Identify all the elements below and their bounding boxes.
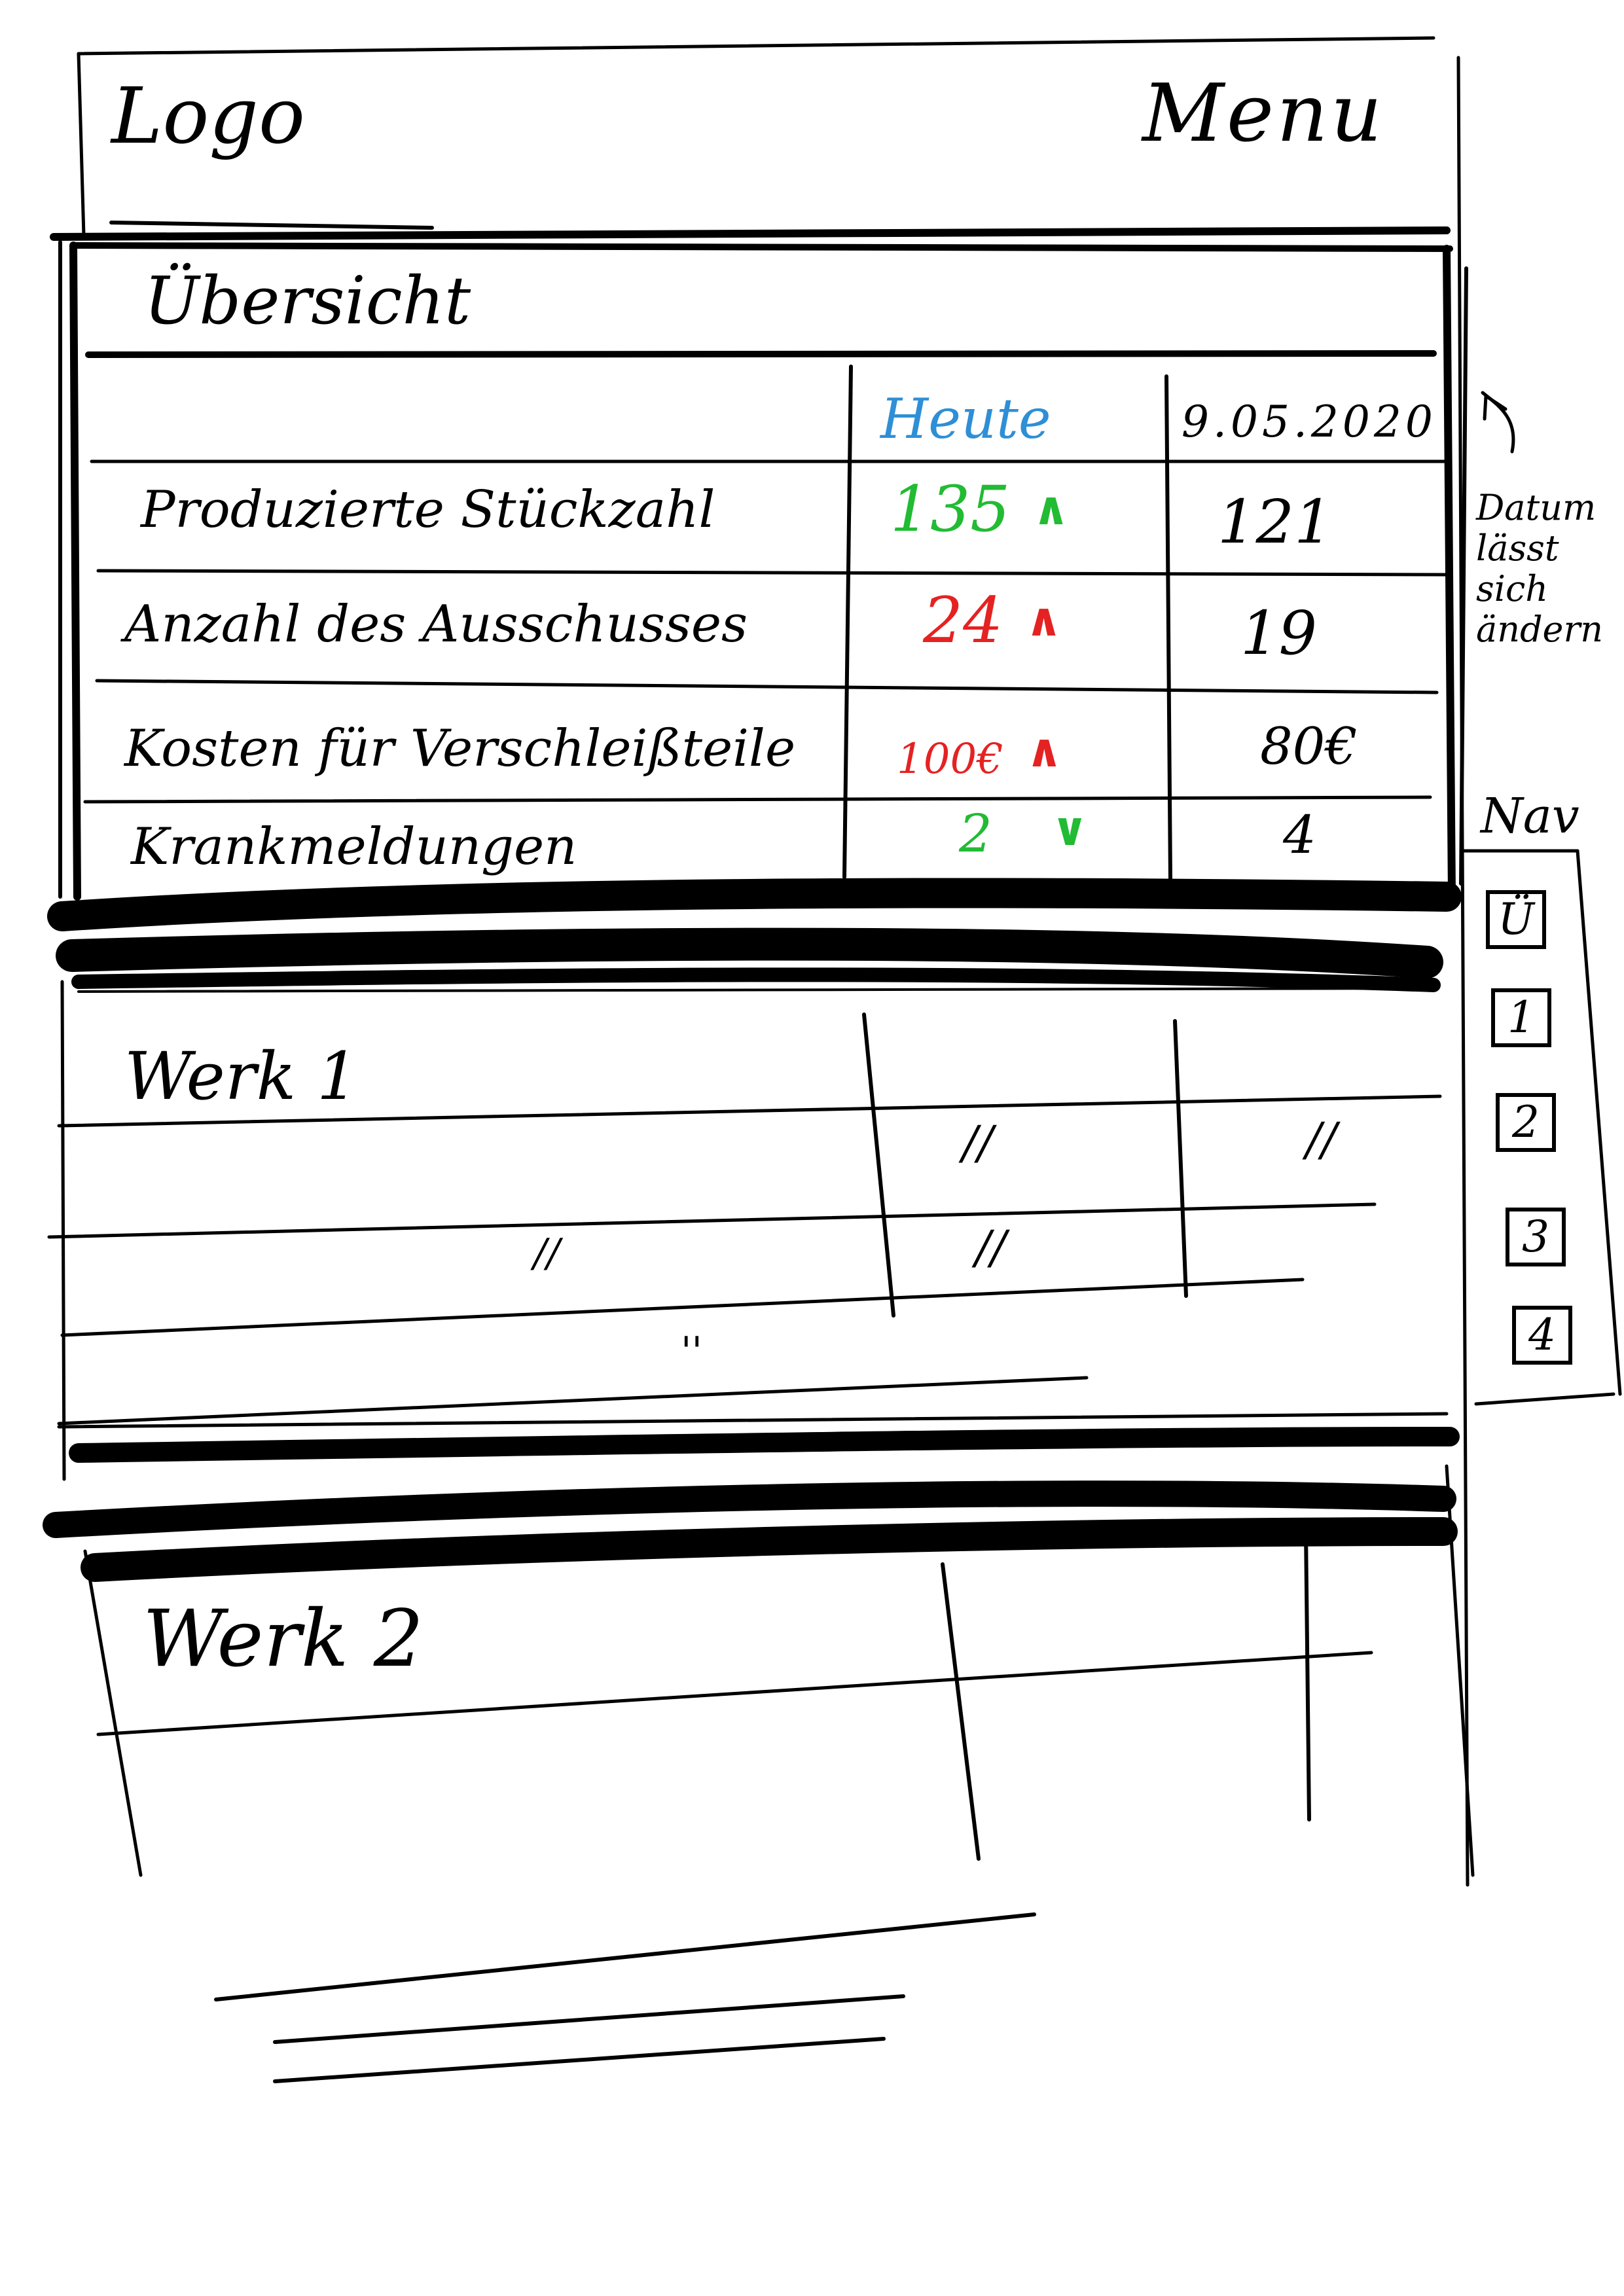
today-value-produced-units: 135 ∧ [890, 478, 1070, 541]
today-value-wear-part-costs: 100€ ∧ [897, 728, 1063, 783]
column-header-today: Heute [880, 387, 1051, 451]
menu-button[interactable]: Menu [1142, 73, 1384, 153]
placeholder-mark: // [962, 1116, 994, 1170]
nav-item-overview[interactable]: Ü [1486, 890, 1546, 949]
row-label-sick-notes: Krankmeldungen [131, 817, 577, 876]
column-header-date[interactable]: 9.05.2020 [1182, 401, 1437, 444]
previous-value-sick-notes: 4 [1283, 804, 1316, 865]
nav-item-werk-4[interactable]: 4 [1512, 1306, 1572, 1365]
nav-label: Nav [1481, 788, 1579, 844]
chevron-up-icon: ∧ [1025, 592, 1062, 647]
row-label-wear-part-costs: Kosten für Verschleißteile [124, 719, 796, 778]
today-value: 24 [923, 584, 1003, 657]
today-value-sick-notes: 2 ∨ [959, 806, 1089, 860]
placeholder-mark: // [975, 1221, 1007, 1274]
nav-item-werk-1[interactable]: 1 [1491, 988, 1551, 1047]
placeholder-mark: '' [681, 1329, 702, 1374]
chevron-up-icon: ∧ [1025, 723, 1063, 778]
werk-2-title: Werk 2 [143, 1594, 424, 1685]
chevron-down-icon: ∨ [1051, 802, 1089, 856]
previous-value-produced-units: 121 [1218, 487, 1333, 557]
werk-1-title: Werk 1 [124, 1038, 359, 1115]
logo[interactable]: Logo [111, 77, 305, 154]
previous-value-wear-part-costs: 80€ [1260, 717, 1358, 776]
placeholder-mark: // [533, 1230, 560, 1276]
today-value-scrap-count: 24 ∧ [923, 589, 1062, 652]
nav-item-werk-3[interactable]: 3 [1506, 1208, 1566, 1266]
date-change-note: Datum lässt sich ändern [1476, 487, 1604, 650]
sketch-lines [43, 36, 1622, 2083]
overview-title: Übersicht [144, 262, 471, 339]
previous-value-scrap-count: 19 [1240, 598, 1318, 668]
nav-item-werk-2[interactable]: 2 [1496, 1093, 1556, 1152]
chevron-up-icon: ∧ [1032, 481, 1070, 535]
today-value: 135 [890, 473, 1011, 546]
today-value: 2 [959, 803, 992, 864]
today-value: 100€ [897, 735, 1003, 783]
row-label-produced-units: Produzierte Stückzahl [141, 480, 715, 539]
placeholder-mark: // [1306, 1113, 1337, 1166]
row-label-scrap-count: Anzahl des Ausschusses [124, 595, 748, 654]
